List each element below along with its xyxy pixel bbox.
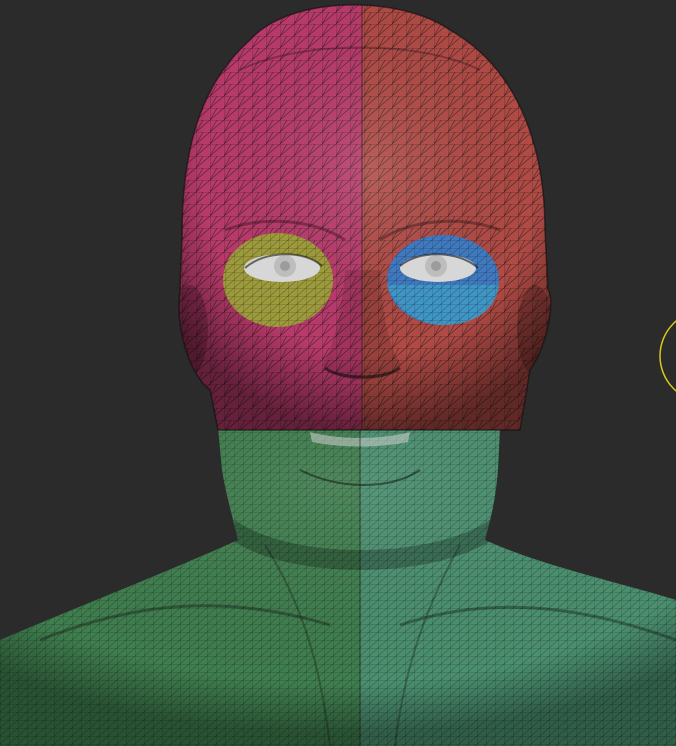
polygroup-eye-socket-left	[223, 233, 333, 327]
sculpt-canvas[interactable]	[0, 0, 676, 746]
zbrush-viewport[interactable]	[0, 0, 676, 746]
polygroup-eye-socket-right	[387, 235, 499, 325]
polygroup-scalp-face	[178, 4, 552, 431]
polygroup-lower-face-neck	[0, 428, 676, 746]
brush-circle-icon[interactable]	[659, 310, 676, 402]
